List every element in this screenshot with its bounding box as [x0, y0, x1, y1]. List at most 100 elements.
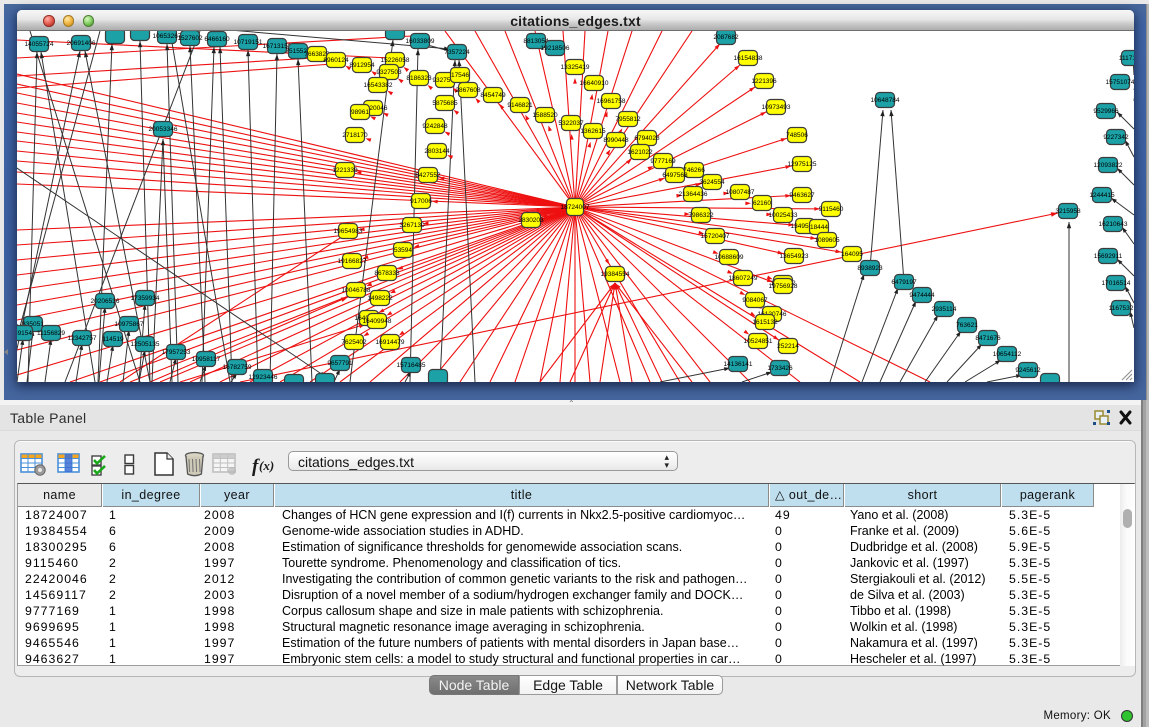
svg-text:16961758: 16961758: [597, 98, 626, 105]
svg-text:1615132: 1615132: [752, 319, 778, 326]
svg-text:20691406: 20691406: [67, 40, 96, 47]
svg-text:8186323: 8186323: [406, 75, 432, 82]
svg-text:5322037: 5322037: [558, 120, 584, 127]
svg-text:6466160: 6466160: [204, 36, 230, 43]
svg-text:1621022: 1621022: [627, 149, 653, 156]
svg-text:18724007: 18724007: [561, 204, 590, 211]
svg-text:3215958: 3215958: [1055, 208, 1081, 215]
svg-text:10973493: 10973493: [762, 104, 791, 111]
svg-text:19218506: 19218506: [541, 45, 570, 52]
svg-text:8938923: 8938923: [857, 265, 883, 272]
svg-text:7357224: 7357224: [444, 49, 470, 56]
svg-text:3624554: 3624554: [699, 179, 725, 186]
svg-text:1089605: 1089605: [814, 237, 840, 244]
svg-text:16914479: 16914479: [376, 339, 405, 346]
svg-text:1167532: 1167532: [1109, 305, 1134, 312]
svg-text:9777169: 9777169: [650, 158, 676, 165]
svg-text:8471676: 8471676: [975, 335, 1001, 342]
svg-text:164095: 164095: [841, 251, 863, 258]
svg-text:15751074: 15751074: [1106, 79, 1134, 86]
svg-text:7986322: 7986322: [688, 212, 714, 219]
svg-text:14136141: 14136141: [724, 361, 753, 368]
svg-text:16782759: 16782759: [223, 364, 252, 371]
svg-text:2087682: 2087682: [713, 34, 739, 41]
svg-text:17016514: 17016514: [1102, 280, 1131, 287]
svg-text:5875685: 5875685: [432, 100, 458, 107]
svg-text:7625402: 7625402: [341, 339, 367, 346]
svg-text:39154: 39154: [17, 330, 32, 337]
svg-text:917006: 917006: [410, 198, 432, 205]
svg-text:8960124: 8960124: [323, 57, 349, 64]
svg-text:2803144: 2803144: [424, 148, 450, 155]
svg-text:98961: 98961: [351, 109, 369, 116]
svg-text:1498222: 1498222: [367, 295, 393, 302]
svg-text:6479197: 6479197: [891, 279, 917, 286]
svg-text:20053346: 20053346: [149, 126, 178, 133]
svg-text:15692911: 15692911: [1094, 253, 1123, 260]
svg-text:2718170: 2718170: [342, 132, 368, 139]
svg-text:9084067: 9084067: [742, 297, 768, 304]
svg-text:9529966: 9529966: [1093, 108, 1119, 115]
svg-text:1221339: 1221339: [332, 167, 358, 174]
svg-text:17546: 17546: [451, 72, 469, 79]
svg-text:252214: 252214: [777, 343, 799, 350]
svg-text:19384554: 19384554: [601, 271, 630, 278]
svg-text:12923446: 12923446: [249, 374, 278, 381]
svg-text:10975867: 10975867: [115, 321, 144, 328]
svg-text:(x): (x): [259, 458, 274, 473]
svg-text:9327503: 9327503: [376, 69, 402, 76]
svg-text:19756928: 19756928: [769, 283, 798, 290]
svg-text:16210643: 16210643: [1099, 221, 1128, 228]
svg-text:7955812: 7955812: [615, 116, 641, 123]
svg-text:9115460: 9115460: [819, 206, 844, 213]
svg-text:1588520: 1588520: [532, 112, 558, 119]
svg-text:20206536: 20206536: [91, 298, 120, 305]
svg-text:6497568: 6497568: [662, 172, 688, 179]
svg-text:12093822: 12093822: [1094, 162, 1123, 169]
svg-text:15716485: 15716485: [397, 362, 426, 369]
svg-text:53594: 53594: [394, 247, 412, 254]
svg-text:9657791: 9657791: [327, 360, 353, 367]
svg-text:15226058: 15226058: [381, 57, 410, 64]
svg-text:1527602: 1527602: [177, 35, 203, 42]
svg-text:2830203: 2830203: [518, 217, 544, 224]
svg-text:748506: 748506: [786, 132, 808, 139]
svg-text:8912954: 8912954: [349, 62, 375, 69]
svg-text:3267130: 3267130: [399, 222, 425, 229]
svg-text:21364436: 21364436: [679, 191, 708, 198]
svg-text:11156829: 11156829: [37, 330, 65, 337]
svg-text:114519: 114519: [102, 336, 124, 343]
svg-text:8678333: 8678333: [374, 270, 400, 277]
svg-text:17359934: 17359934: [131, 295, 160, 302]
svg-text:8454749: 8454749: [480, 92, 506, 99]
svg-text:1117156: 1117156: [1119, 55, 1134, 62]
svg-text:9146821: 9146821: [507, 102, 533, 109]
svg-text:18607249: 18607249: [729, 275, 758, 282]
svg-text:10958117: 10958117: [192, 356, 221, 363]
svg-text:12505135: 12505135: [131, 341, 160, 348]
svg-text:16543382: 16543382: [364, 82, 393, 89]
svg-text:17957253: 17957253: [162, 349, 191, 356]
svg-text:10025433: 10025433: [769, 212, 798, 219]
svg-text:12342757: 12342757: [68, 335, 97, 342]
svg-text:9245612: 9245612: [1015, 367, 1041, 374]
svg-text:8427552: 8427552: [415, 172, 441, 179]
svg-text:10719151: 10719151: [234, 39, 263, 46]
svg-text:1221396: 1221396: [751, 78, 777, 85]
svg-text:14055724: 14055724: [25, 41, 54, 48]
svg-text:8990448: 8990448: [603, 137, 629, 144]
svg-text:10648784: 10648784: [871, 97, 900, 104]
svg-text:13325419: 13325419: [561, 64, 590, 71]
svg-text:15720407: 15720407: [701, 233, 730, 240]
svg-text:10807487: 10807487: [726, 189, 755, 196]
svg-text:18444: 18444: [810, 224, 828, 231]
svg-text:10524851: 10524851: [744, 338, 773, 345]
svg-text:19166827: 19166827: [338, 258, 367, 265]
svg-text:16409948: 16409948: [363, 318, 392, 325]
svg-text:2935114: 2935114: [932, 306, 957, 313]
svg-text:1733426: 1733426: [767, 365, 793, 372]
svg-text:2867608: 2867608: [455, 87, 481, 94]
svg-text:10654112: 10654112: [993, 351, 1022, 358]
svg-text:9474444: 9474444: [909, 292, 935, 299]
svg-text:62160: 62160: [753, 200, 771, 207]
